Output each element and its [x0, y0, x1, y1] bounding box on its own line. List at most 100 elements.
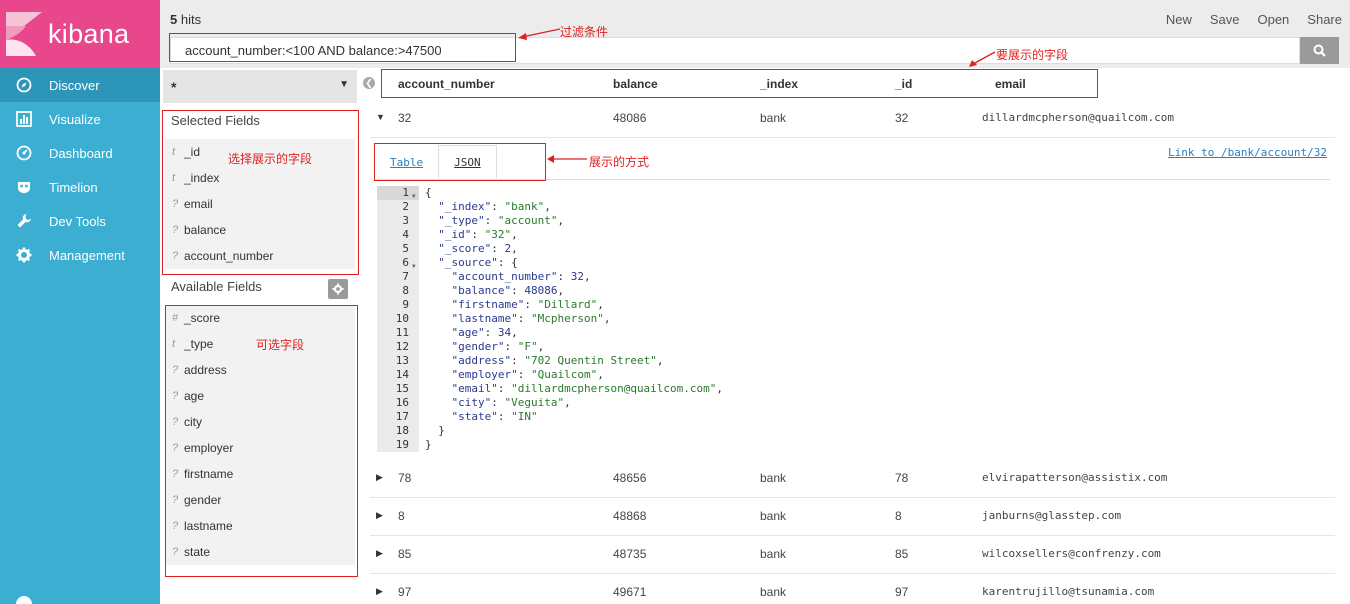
annotation-box-selected — [162, 110, 359, 275]
fold-toggle-icon[interactable]: ▼ — [412, 190, 416, 204]
nav-dev-tools[interactable]: Dev Tools — [0, 204, 160, 238]
field-settings-button[interactable] — [328, 279, 348, 299]
line-number: 16 — [395, 396, 409, 409]
gear-icon — [332, 283, 344, 295]
annotation-arrow — [969, 51, 996, 67]
table-row[interactable]: ▼ 32 48086 bank 32 dillardmcpherson@quai… — [370, 100, 1335, 138]
search-button[interactable] — [1300, 37, 1339, 64]
table-row[interactable]: ▶ 97 49671 bank 97 karentrujillo@tsunami… — [370, 574, 1335, 604]
index-pattern-select[interactable]: * ▼ — [163, 70, 357, 103]
collapse-sidebar-icon[interactable] — [16, 596, 32, 604]
top-actions: New Save Open Share — [1166, 12, 1342, 27]
compass-icon — [14, 75, 34, 95]
code-line: "lastname": "Mcpherson", — [451, 312, 611, 325]
nav-label: Dashboard — [49, 145, 113, 161]
code-line: "_source": { — [438, 256, 518, 269]
line-number: 15 — [395, 382, 409, 395]
line-number: 4 — [402, 228, 409, 241]
collapse-panel-button[interactable]: ❮ — [363, 77, 375, 89]
nav-label: Management — [49, 247, 125, 263]
fold-toggle-icon[interactable]: ▼ — [412, 260, 416, 274]
kibana-logo-icon — [6, 12, 42, 56]
caret-right-icon[interactable]: ▶ — [376, 510, 383, 521]
line-number: 13 — [395, 354, 409, 367]
document-link[interactable]: Link to /bank/account/32 — [1168, 146, 1327, 159]
chevron-left-icon: ❮ — [365, 77, 373, 88]
line-number: 9 — [402, 298, 409, 311]
json-code: { "_index": "bank", "_type": "account", … — [425, 186, 723, 452]
caret-right-icon[interactable]: ▶ — [376, 548, 383, 559]
nav-label: Dev Tools — [49, 213, 106, 229]
code-line: "balance": 48086, — [451, 284, 565, 297]
code-line: { — [425, 186, 432, 199]
annotation-box-filter — [169, 33, 516, 62]
code-line: "city": "Veguita", — [451, 396, 571, 409]
annotation-view-mode: 展示的方式 — [589, 155, 650, 169]
bar-chart-icon — [14, 109, 34, 129]
table-row[interactable]: ▶ 78 48656 bank 78 elvirapatterson@assis… — [370, 460, 1335, 498]
open-button[interactable]: Open — [1257, 12, 1289, 27]
line-gutter: 1 ▼ 2 3 4 5 6 ▼ 7 8 9 10 11 12 13 14 15 16 17 18 19 — [377, 186, 419, 452]
search-icon — [1313, 44, 1326, 57]
caret-right-icon[interactable]: ▶ — [376, 586, 383, 597]
expanded-document: Table JSON Link to /bank/account/32 1 ▼ 2 3… — [370, 138, 1335, 460]
new-button[interactable]: New — [1166, 12, 1192, 27]
caret-right-icon[interactable]: ▶ — [376, 472, 383, 483]
nav-visualize[interactable]: Visualize — [0, 102, 160, 136]
line-number: 11 — [395, 326, 409, 339]
annotation-box-columns — [381, 69, 1098, 98]
code-line: "_type": "account", — [438, 214, 565, 227]
code-line: "employer": "Quailcom", — [451, 368, 604, 381]
nav-discover[interactable]: Discover — [0, 68, 160, 102]
dashboard-icon — [14, 143, 34, 163]
nav-timelion[interactable]: Timelion — [0, 170, 160, 204]
line-number: 12 — [395, 340, 409, 353]
caret-down-icon[interactable]: ▼ — [376, 112, 385, 122]
code-line: "firstname": "Dillard", — [451, 298, 604, 311]
code-line: "address": "702 Quentin Street", — [451, 354, 664, 367]
nav-label: Discover — [49, 77, 100, 93]
line-number: 3 — [402, 214, 409, 227]
line-number: 14 — [395, 368, 409, 381]
nav-label: Timelion — [49, 179, 98, 195]
code-line: "_index": "bank", — [438, 200, 551, 213]
annotation-selected: 选择展示的字段 — [228, 152, 313, 166]
line-number: 19 — [395, 438, 409, 451]
nav-management[interactable]: Management — [0, 238, 160, 272]
gear-icon — [14, 245, 34, 265]
nav-dashboard[interactable]: Dashboard — [0, 136, 160, 170]
code-line: } — [425, 438, 432, 451]
line-number: 8 — [402, 284, 409, 297]
line-number: 17 — [395, 410, 409, 423]
save-button[interactable]: Save — [1210, 12, 1240, 27]
line-number: 5 — [402, 242, 409, 255]
available-fields-title: Available Fields — [171, 279, 262, 294]
code-line: "age": 34, — [451, 326, 518, 339]
share-button[interactable]: Share — [1307, 12, 1342, 27]
code-line: "_score": 2, — [438, 242, 518, 255]
sidebar: kibana Discover Visualize Dashboard Time… — [0, 0, 160, 604]
line-number: 10 — [395, 312, 409, 325]
nav-label: Visualize — [49, 111, 101, 127]
code-line: "account_number": 32, — [451, 270, 591, 283]
table-row[interactable]: ▶ 8 48868 bank 8 janburns@glasstep.com — [370, 498, 1335, 536]
code-line: "state": "IN" — [451, 410, 538, 423]
code-line: "_id": "32", — [438, 228, 518, 241]
annotation-box-view-mode — [374, 143, 546, 181]
code-line: "gender": "F", — [451, 340, 545, 353]
annotation-arrow — [518, 28, 561, 40]
code-line: "email": "dillardmcpherson@quailcom.com"… — [451, 382, 724, 395]
line-number: 18 — [395, 424, 409, 437]
wrench-icon — [14, 211, 34, 231]
timelion-mask-icon — [14, 177, 34, 197]
annotation-filter: 过滤条件 — [560, 25, 609, 39]
code-line: } — [425, 424, 445, 437]
annotation-columns: 要展示的字段 — [996, 48, 1069, 62]
table-row[interactable]: ▶ 85 48735 bank 85 wilcoxsellers@confren… — [370, 536, 1335, 574]
annotation-arrow — [547, 155, 587, 163]
caret-down-icon: ▼ — [339, 79, 349, 90]
kibana-logo[interactable]: kibana — [0, 0, 160, 68]
kibana-brand: kibana — [48, 18, 130, 49]
hits-count: 5 hits — [170, 12, 202, 27]
annotation-available: 可选字段 — [256, 338, 305, 352]
